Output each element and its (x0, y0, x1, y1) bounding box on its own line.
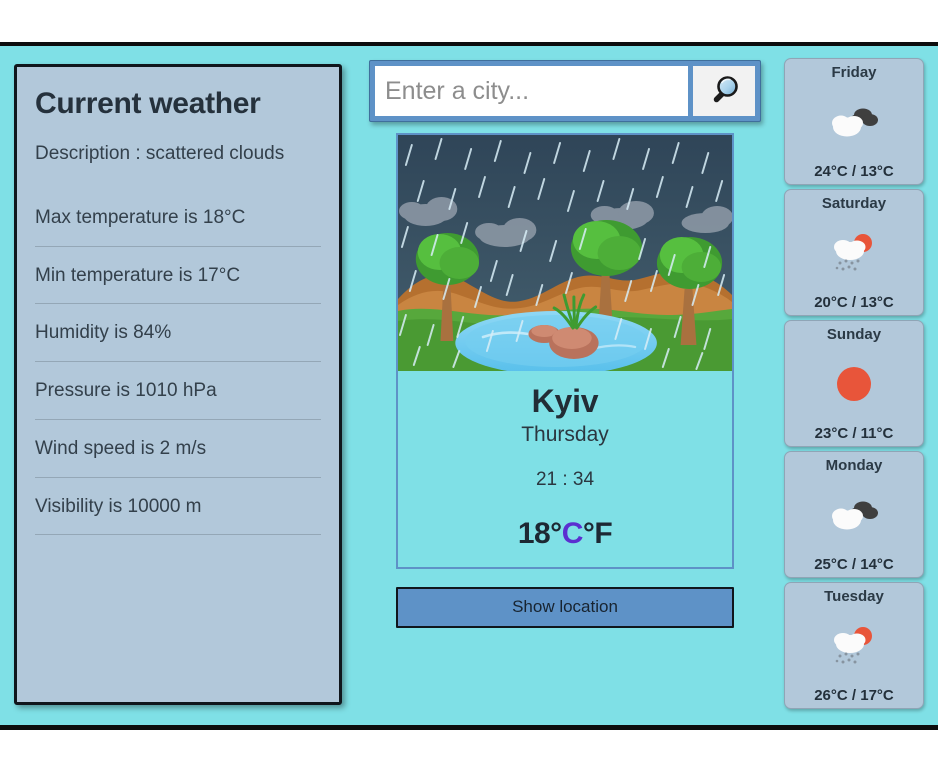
temperature-value: 18° (517, 517, 562, 550)
forecast-temps: 23°C / 11°C (814, 425, 894, 442)
detail-humidity: Humidity is 84% (35, 321, 321, 362)
clock-time: 21 : 34 (535, 469, 595, 490)
weather-app-window: Current weather Description : scattered … (0, 42, 938, 730)
detail-pressure: Pressure is 1010 hPa (35, 379, 321, 420)
forecast-card-friday[interactable]: Friday 24°C / 13°C (784, 58, 924, 185)
search-button[interactable] (693, 66, 755, 116)
weather-description: Description : scattered clouds (35, 143, 285, 164)
weather-card: Kyiv Thursday 21 : 34 18°C°F (396, 133, 734, 569)
sun-rain-icon (787, 605, 921, 687)
clear-sun-icon (787, 343, 921, 425)
forecast-temps: 24°C / 13°C (814, 163, 894, 180)
forecast-card-saturday[interactable]: Saturday 20°C / 13°C (784, 189, 924, 316)
search-icon (707, 73, 741, 110)
forecast-day-label: Saturday (821, 195, 887, 212)
weather-illustration (398, 135, 732, 371)
forecast-card-sunday[interactable]: Sunday 23°C / 11°C (784, 320, 924, 447)
unit-celsius-toggle[interactable]: C (562, 517, 584, 550)
forecast-temps: 26°C / 17°C (814, 687, 894, 704)
unit-fahrenheit-toggle[interactable]: °F (583, 517, 613, 550)
broken-clouds-icon (787, 474, 921, 556)
forecast-column: Friday 24°C / 13°C Saturday 20°C / 13°C … (782, 52, 930, 717)
forecast-card-monday[interactable]: Monday 25°C / 14°C (784, 451, 924, 578)
detail-min-temperature: Min temperature is 17°C (35, 264, 321, 305)
forecast-card-tuesday[interactable]: Tuesday 26°C / 17°C (784, 582, 924, 709)
forecast-day-label: Tuesday (824, 588, 884, 605)
day-name: Thursday (521, 423, 609, 446)
main-column: Kyiv Thursday 21 : 34 18°C°F Show locati… (348, 52, 782, 717)
app-content: Current weather Description : scattered … (0, 46, 938, 725)
detail-visibility: Visibility is 10000 m (35, 495, 321, 536)
forecast-temps: 20°C / 13°C (814, 294, 894, 311)
city-name: Kyiv (531, 383, 599, 419)
current-weather-panel: Current weather Description : scattered … (14, 64, 342, 705)
forecast-day-label: Friday (831, 64, 877, 81)
page-title: Current weather (35, 87, 261, 120)
forecast-day-label: Sunday (826, 326, 882, 343)
current-weather-column: Current weather Description : scattered … (8, 52, 348, 717)
show-location-button[interactable]: Show location (396, 587, 734, 628)
detail-max-temperature: Max temperature is 18°C (35, 206, 321, 247)
forecast-temps: 25°C / 14°C (814, 556, 894, 573)
forecast-day-label: Monday (825, 457, 883, 474)
sun-rain-icon (787, 212, 921, 294)
broken-clouds-icon (787, 81, 921, 163)
detail-wind-speed: Wind speed is 2 m/s (35, 437, 321, 478)
temperature-display: 18°C°F (517, 517, 613, 551)
search-input[interactable] (375, 66, 688, 116)
search-bar (369, 60, 761, 122)
